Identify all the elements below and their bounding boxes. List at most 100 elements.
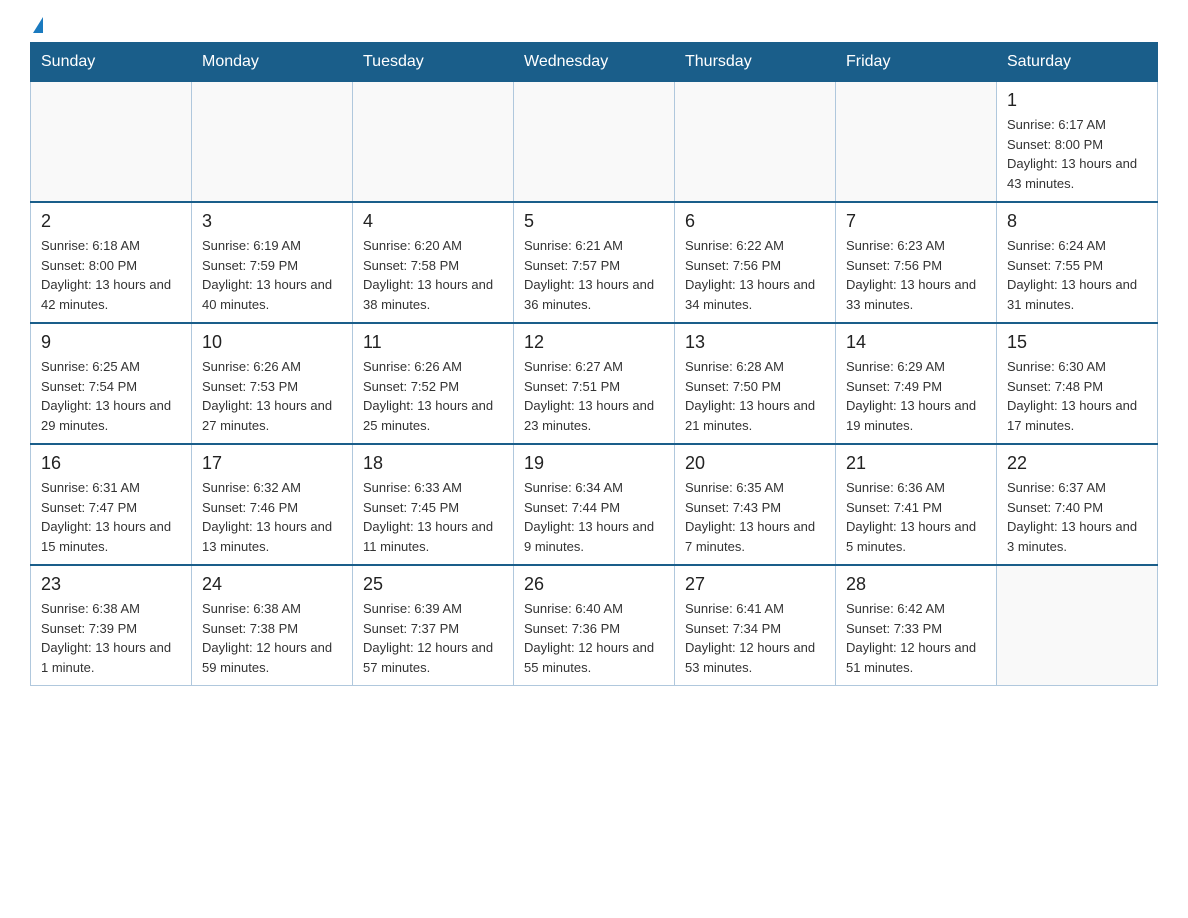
calendar-cell: 16 Sunrise: 6:31 AM Sunset: 7:47 PM Dayli… (31, 444, 192, 565)
calendar-cell: 18 Sunrise: 6:33 AM Sunset: 7:45 PM Dayli… (353, 444, 514, 565)
calendar-cell: 3 Sunrise: 6:19 AM Sunset: 7:59 PM Daylig… (192, 202, 353, 323)
day-number: 27 (685, 574, 825, 595)
calendar-week-row: 1 Sunrise: 6:17 AM Sunset: 8:00 PM Daylig… (31, 82, 1158, 203)
calendar-cell: 8 Sunrise: 6:24 AM Sunset: 7:55 PM Daylig… (997, 202, 1158, 323)
calendar-cell (353, 82, 514, 203)
day-number: 8 (1007, 211, 1147, 232)
calendar-week-row: 23 Sunrise: 6:38 AM Sunset: 7:39 PM Dayli… (31, 565, 1158, 686)
day-number: 14 (846, 332, 986, 353)
calendar-cell: 24Sunrise: 6:38 AM Sunset: 7:38 PM Dayli… (192, 565, 353, 686)
day-number: 22 (1007, 453, 1147, 474)
day-info: Sunrise: 6:27 AM Sunset: 7:51 PM Dayligh… (524, 357, 664, 435)
calendar-cell (675, 82, 836, 203)
day-number: 1 (1007, 90, 1147, 111)
calendar-cell (514, 82, 675, 203)
day-info: Sunrise: 6:18 AM Sunset: 8:00 PM Dayligh… (41, 236, 181, 314)
calendar-cell: 15 Sunrise: 6:30 AM Sunset: 7:48 PM Dayli… (997, 323, 1158, 444)
day-info: Sunrise: 6:39 AM Sunset: 7:37 PM Dayligh… (363, 599, 503, 677)
calendar-cell: 7 Sunrise: 6:23 AM Sunset: 7:56 PM Daylig… (836, 202, 997, 323)
day-number: 28 (846, 574, 986, 595)
calendar-cell (836, 82, 997, 203)
calendar-cell: 27 Sunrise: 6:41 AM Sunset: 7:34 PM Dayli… (675, 565, 836, 686)
day-info: Sunrise: 6:40 AM Sunset: 7:36 PM Dayligh… (524, 599, 664, 677)
calendar-cell: 12 Sunrise: 6:27 AM Sunset: 7:51 PM Dayli… (514, 323, 675, 444)
calendar-cell: 4Sunrise: 6:20 AM Sunset: 7:58 PM Daylig… (353, 202, 514, 323)
day-number: 2 (41, 211, 181, 232)
day-number: 9 (41, 332, 181, 353)
day-number: 16 (41, 453, 181, 474)
day-info: Sunrise: 6:21 AM Sunset: 7:57 PM Dayligh… (524, 236, 664, 314)
page-header (30, 20, 1158, 32)
day-info: Sunrise: 6:30 AM Sunset: 7:48 PM Dayligh… (1007, 357, 1147, 435)
day-number: 3 (202, 211, 342, 232)
calendar-cell (31, 82, 192, 203)
day-number: 23 (41, 574, 181, 595)
calendar-cell: 19 Sunrise: 6:34 AM Sunset: 7:44 PM Dayli… (514, 444, 675, 565)
day-info: Sunrise: 6:37 AM Sunset: 7:40 PM Dayligh… (1007, 478, 1147, 556)
calendar-cell: 13 Sunrise: 6:28 AM Sunset: 7:50 PM Dayli… (675, 323, 836, 444)
day-info: Sunrise: 6:26 AM Sunset: 7:52 PM Dayligh… (363, 357, 503, 435)
day-info: Sunrise: 6:20 AM Sunset: 7:58 PM Dayligh… (363, 236, 503, 314)
calendar-cell: 14 Sunrise: 6:29 AM Sunset: 7:49 PM Dayli… (836, 323, 997, 444)
calendar-cell: 28 Sunrise: 6:42 AM Sunset: 7:33 PM Dayli… (836, 565, 997, 686)
day-number: 25 (363, 574, 503, 595)
day-number: 15 (1007, 332, 1147, 353)
day-number: 7 (846, 211, 986, 232)
day-number: 24 (202, 574, 342, 595)
day-number: 11 (363, 332, 503, 353)
weekday-header-thursday: Thursday (675, 43, 836, 82)
day-info: Sunrise: 6:28 AM Sunset: 7:50 PM Dayligh… (685, 357, 825, 435)
calendar-cell: 10Sunrise: 6:26 AM Sunset: 7:53 PM Dayli… (192, 323, 353, 444)
calendar-cell: 5 Sunrise: 6:21 AM Sunset: 7:57 PM Daylig… (514, 202, 675, 323)
day-info: Sunrise: 6:31 AM Sunset: 7:47 PM Dayligh… (41, 478, 181, 556)
day-info: Sunrise: 6:42 AM Sunset: 7:33 PM Dayligh… (846, 599, 986, 677)
day-info: Sunrise: 6:41 AM Sunset: 7:34 PM Dayligh… (685, 599, 825, 677)
calendar-cell (192, 82, 353, 203)
day-number: 21 (846, 453, 986, 474)
day-info: Sunrise: 6:24 AM Sunset: 7:55 PM Dayligh… (1007, 236, 1147, 314)
weekday-header-sunday: Sunday (31, 43, 192, 82)
day-info: Sunrise: 6:26 AM Sunset: 7:53 PM Dayligh… (202, 357, 342, 435)
calendar-cell: 9 Sunrise: 6:25 AM Sunset: 7:54 PM Daylig… (31, 323, 192, 444)
calendar-week-row: 16 Sunrise: 6:31 AM Sunset: 7:47 PM Dayli… (31, 444, 1158, 565)
weekday-header-friday: Friday (836, 43, 997, 82)
day-number: 13 (685, 332, 825, 353)
calendar-cell: 17 Sunrise: 6:32 AM Sunset: 7:46 PM Dayli… (192, 444, 353, 565)
day-number: 19 (524, 453, 664, 474)
weekday-header-row: SundayMondayTuesdayWednesdayThursdayFrid… (31, 43, 1158, 82)
calendar-cell: 6 Sunrise: 6:22 AM Sunset: 7:56 PM Daylig… (675, 202, 836, 323)
calendar-cell: 1 Sunrise: 6:17 AM Sunset: 8:00 PM Daylig… (997, 82, 1158, 203)
calendar-cell (997, 565, 1158, 686)
weekday-header-monday: Monday (192, 43, 353, 82)
weekday-header-wednesday: Wednesday (514, 43, 675, 82)
day-info: Sunrise: 6:23 AM Sunset: 7:56 PM Dayligh… (846, 236, 986, 314)
day-info: Sunrise: 6:22 AM Sunset: 7:56 PM Dayligh… (685, 236, 825, 314)
weekday-header-saturday: Saturday (997, 43, 1158, 82)
day-info: Sunrise: 6:19 AM Sunset: 7:59 PM Dayligh… (202, 236, 342, 314)
day-number: 6 (685, 211, 825, 232)
day-number: 20 (685, 453, 825, 474)
day-info: Sunrise: 6:33 AM Sunset: 7:45 PM Dayligh… (363, 478, 503, 556)
day-info: Sunrise: 6:35 AM Sunset: 7:43 PM Dayligh… (685, 478, 825, 556)
day-number: 26 (524, 574, 664, 595)
calendar-cell: 2 Sunrise: 6:18 AM Sunset: 8:00 PM Daylig… (31, 202, 192, 323)
day-info: Sunrise: 6:34 AM Sunset: 7:44 PM Dayligh… (524, 478, 664, 556)
day-info: Sunrise: 6:17 AM Sunset: 8:00 PM Dayligh… (1007, 115, 1147, 193)
day-number: 5 (524, 211, 664, 232)
day-info: Sunrise: 6:25 AM Sunset: 7:54 PM Dayligh… (41, 357, 181, 435)
calendar-week-row: 9 Sunrise: 6:25 AM Sunset: 7:54 PM Daylig… (31, 323, 1158, 444)
logo-triangle-icon (33, 17, 43, 33)
day-number: 18 (363, 453, 503, 474)
calendar-cell: 23 Sunrise: 6:38 AM Sunset: 7:39 PM Dayli… (31, 565, 192, 686)
calendar-week-row: 2 Sunrise: 6:18 AM Sunset: 8:00 PM Daylig… (31, 202, 1158, 323)
calendar-cell: 25 Sunrise: 6:39 AM Sunset: 7:37 PM Dayli… (353, 565, 514, 686)
day-info: Sunrise: 6:32 AM Sunset: 7:46 PM Dayligh… (202, 478, 342, 556)
day-number: 12 (524, 332, 664, 353)
day-info: Sunrise: 6:38 AM Sunset: 7:39 PM Dayligh… (41, 599, 181, 677)
calendar-cell: 26 Sunrise: 6:40 AM Sunset: 7:36 PM Dayli… (514, 565, 675, 686)
day-number: 17 (202, 453, 342, 474)
day-info: Sunrise: 6:29 AM Sunset: 7:49 PM Dayligh… (846, 357, 986, 435)
weekday-header-tuesday: Tuesday (353, 43, 514, 82)
calendar-cell: 21Sunrise: 6:36 AM Sunset: 7:41 PM Dayli… (836, 444, 997, 565)
calendar-cell: 11 Sunrise: 6:26 AM Sunset: 7:52 PM Dayli… (353, 323, 514, 444)
